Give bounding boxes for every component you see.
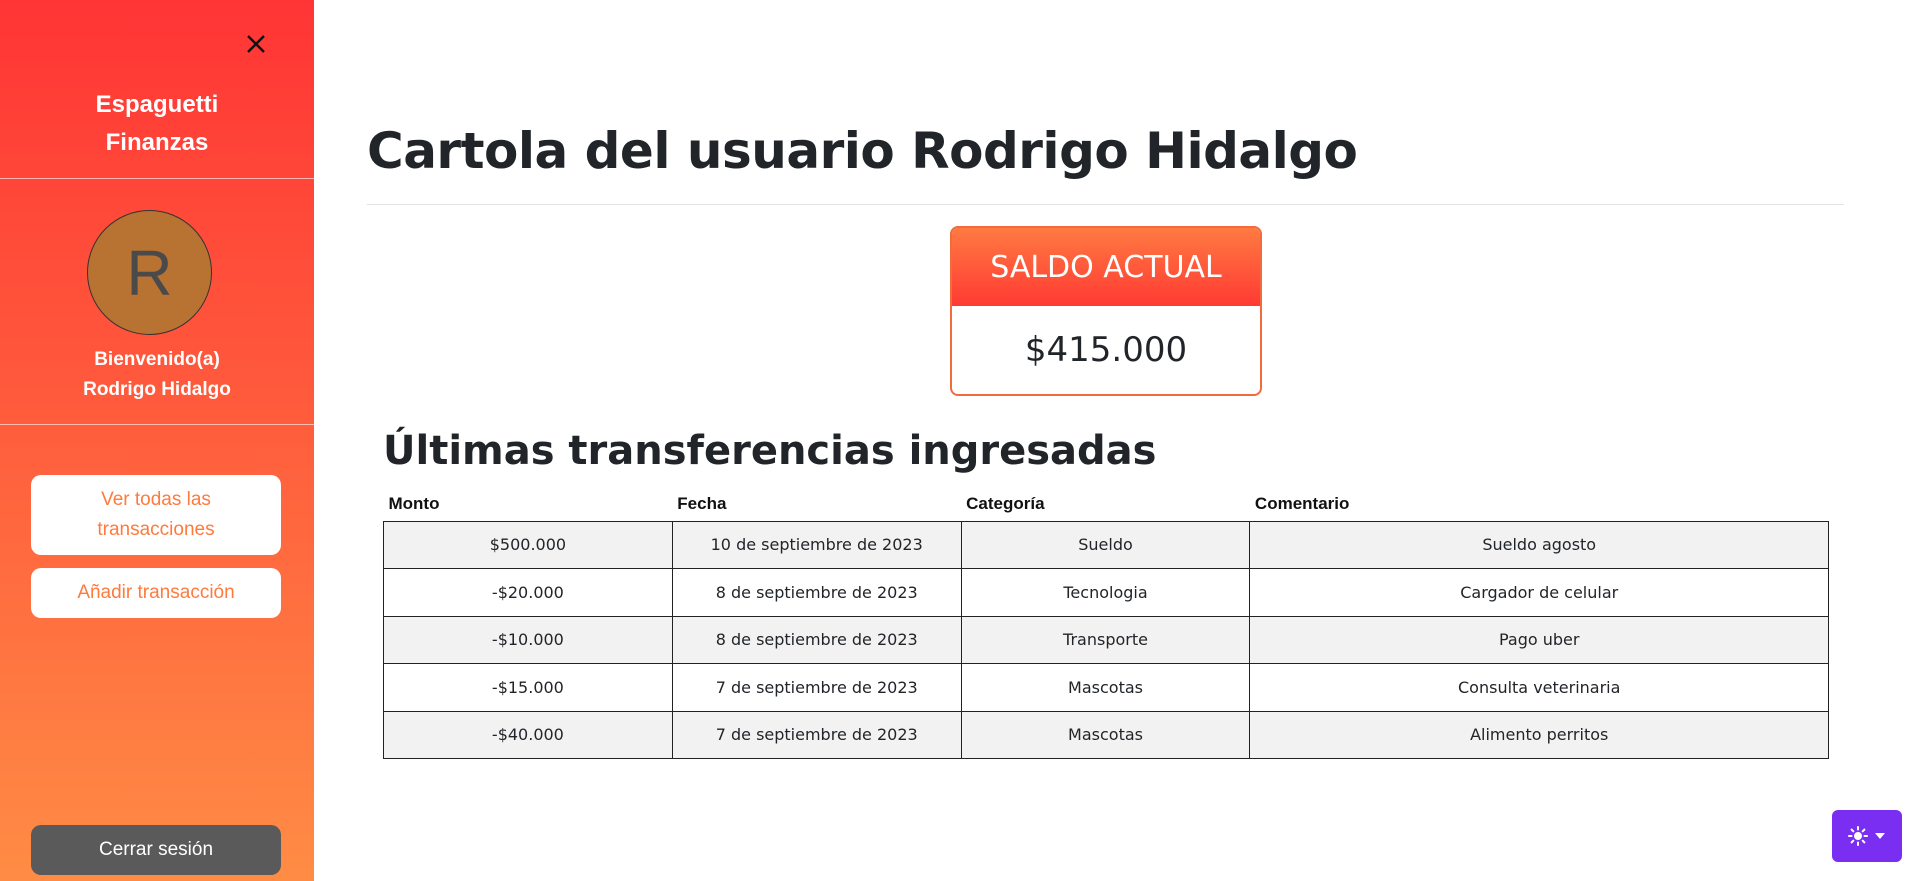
cell-amount: -$10.000 (383, 615, 673, 664)
cell-date: 7 de septiembre de 2023 (671, 710, 962, 759)
balance-card: SALDO ACTUAL $415.000 (950, 226, 1262, 396)
caret-down-icon (1875, 833, 1885, 839)
brand-title: Espaguetti Finanzas (0, 86, 314, 162)
cell-comment: Sueldo agosto (1249, 520, 1829, 569)
logout-button[interactable]: Cerrar sesión (31, 825, 281, 875)
table-header-row: Monto Fecha Categoría Comentario (384, 488, 1829, 521)
title-divider (367, 204, 1844, 205)
sidebar-divider (0, 424, 314, 425)
column-header-comment: Comentario (1254, 494, 1350, 514)
cell-date: 8 de septiembre de 2023 (671, 615, 962, 664)
table-row: $500.000 10 de septiembre de 2023 Sueldo… (383, 520, 1829, 569)
cell-amount: -$20.000 (383, 568, 673, 617)
view-all-transactions-button[interactable]: Ver todas las transacciones (31, 475, 281, 555)
table-row: -$40.000 7 de septiembre de 2023 Mascota… (383, 710, 1829, 759)
cell-comment: Pago uber (1249, 615, 1829, 664)
cell-category: Transporte (960, 615, 1251, 664)
cell-category: Tecnologia (960, 568, 1251, 617)
sun-icon (1848, 826, 1868, 846)
transactions-table: Monto Fecha Categoría Comentario $500.00… (383, 488, 1829, 759)
brand-line-1: Espaguetti (95, 91, 219, 118)
close-icon (247, 35, 265, 53)
cell-amount: $500.000 (383, 520, 673, 569)
table-row: -$15.000 7 de septiembre de 2023 Mascota… (383, 663, 1829, 712)
view-all-transactions-label-2: transacciones (97, 519, 215, 540)
cell-category: Mascotas (960, 663, 1251, 712)
balance-label: SALDO ACTUAL (952, 228, 1260, 306)
balance-value: $415.000 (1024, 330, 1188, 370)
cell-date: 7 de septiembre de 2023 (671, 663, 962, 712)
brand-line-2: Finanzas (105, 129, 209, 156)
welcome-message: Bienvenido(a) Rodrigo Hidalgo (0, 345, 314, 405)
column-header-date: Fecha (677, 494, 727, 514)
cell-category: Sueldo (960, 520, 1251, 569)
cell-comment: Cargador de celular (1249, 568, 1829, 617)
cell-comment: Alimento perritos (1249, 710, 1829, 759)
welcome-line-1: Bienvenido(a) (94, 349, 220, 370)
cell-date: 8 de septiembre de 2023 (671, 568, 962, 617)
add-transaction-button[interactable]: Añadir transacción (31, 568, 281, 618)
page-title: Cartola del usuario Rodrigo Hidalgo (367, 122, 1358, 180)
welcome-user-name: Rodrigo Hidalgo (83, 379, 231, 400)
section-title: Últimas transferencias ingresadas (383, 428, 1157, 474)
app: Espaguetti Finanzas R Bienvenido(a) Rodr… (0, 0, 1920, 881)
cell-comment: Consulta veterinaria (1249, 663, 1829, 712)
avatar: R (87, 210, 212, 335)
cell-amount: -$40.000 (383, 710, 673, 759)
cell-category: Mascotas (960, 710, 1251, 759)
table-row: -$10.000 8 de septiembre de 2023 Transpo… (383, 615, 1829, 664)
theme-toggle-button[interactable] (1832, 810, 1902, 862)
sidebar-divider (0, 178, 314, 179)
close-sidebar-button[interactable] (240, 28, 272, 60)
view-all-transactions-label-1: Ver todas las (101, 489, 211, 510)
column-header-category: Categoría (966, 494, 1045, 514)
cell-amount: -$15.000 (383, 663, 673, 712)
sidebar: Espaguetti Finanzas R Bienvenido(a) Rodr… (0, 0, 314, 881)
cell-date: 10 de septiembre de 2023 (671, 520, 962, 569)
column-header-amount: Monto (388, 494, 440, 514)
table-row: -$20.000 8 de septiembre de 2023 Tecnolo… (383, 568, 1829, 617)
